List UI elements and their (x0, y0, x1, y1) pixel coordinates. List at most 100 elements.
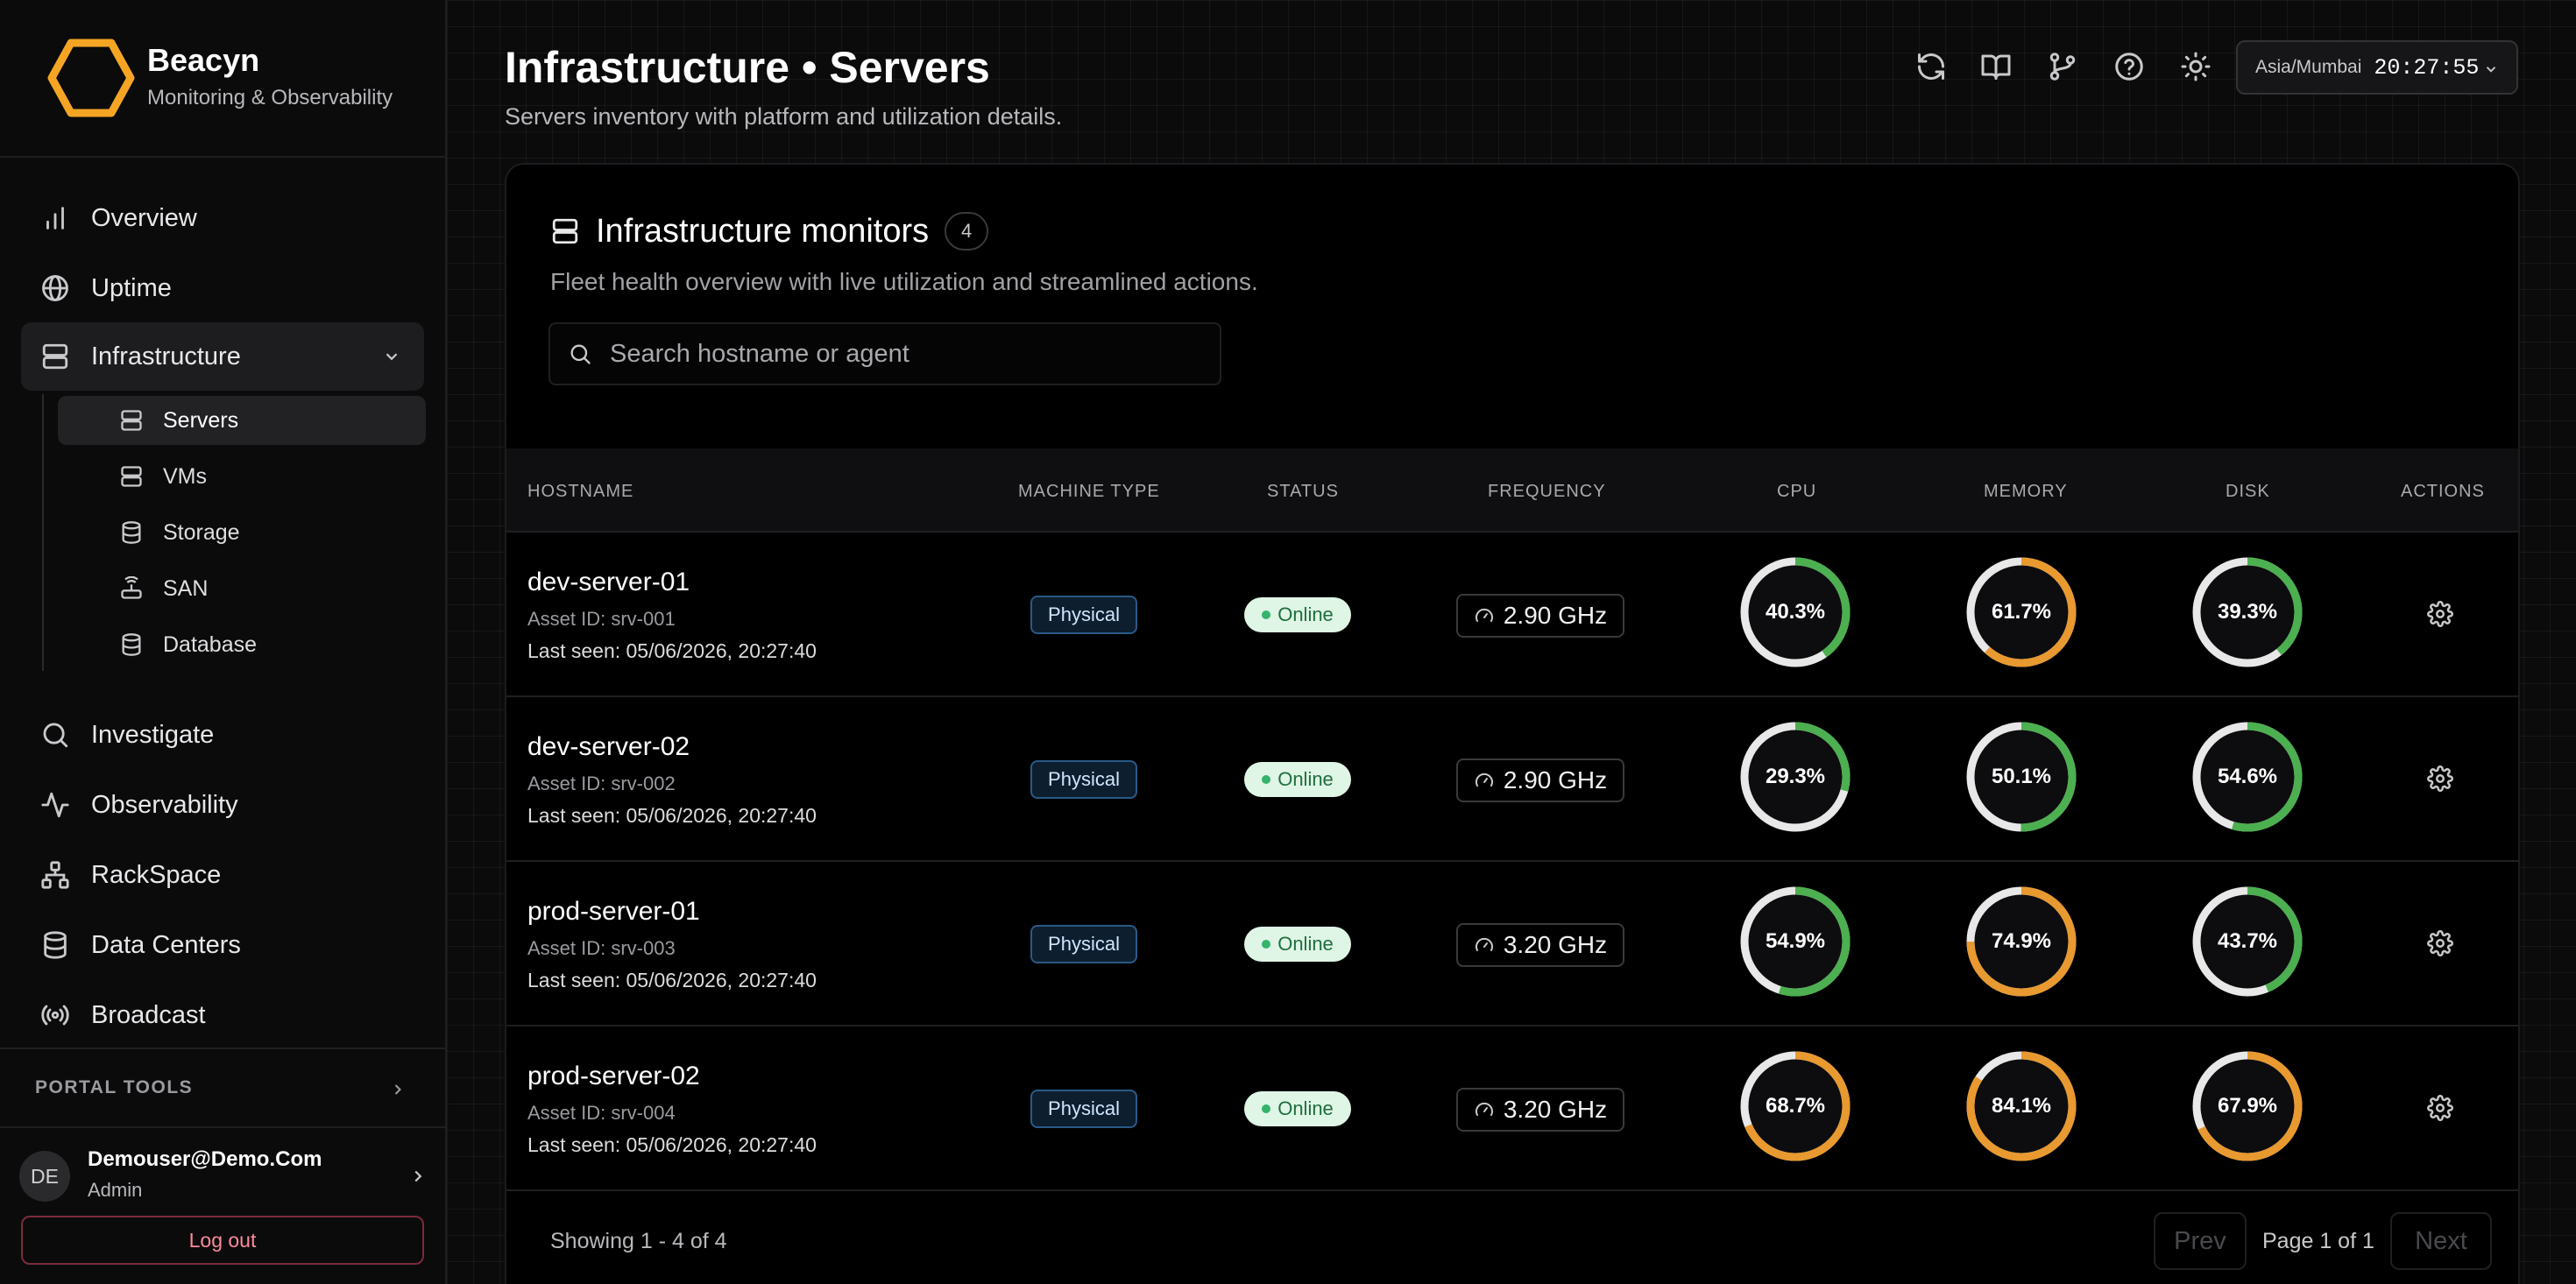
asset-id: Asset ID: srv-003 (527, 937, 676, 959)
sidebar-subitem-san[interactable]: SAN (58, 564, 426, 613)
sun-icon[interactable] (2180, 51, 2212, 82)
sidebar-subitem-vms[interactable]: VMs (58, 452, 426, 501)
table-row[interactable]: dev-server-01 Asset ID: srv-001 Last seen:… (506, 533, 2518, 697)
gear-icon[interactable] (2427, 601, 2453, 627)
gauge-value: 68.7% (1765, 1094, 1826, 1118)
gauge-icon (1475, 1102, 1493, 1116)
hostname[interactable]: prod-server-01 (527, 897, 700, 927)
help-icon[interactable] (2113, 51, 2145, 82)
status-dot (1262, 940, 1271, 949)
user-menu[interactable]: DE Demouser@Demo.Com Admin (19, 1147, 431, 1209)
prev-page-button[interactable]: Prev (2154, 1212, 2247, 1270)
sidebar-item-data-centers[interactable]: Data Centers (21, 911, 424, 979)
mem-gauge: 84.1% (1963, 1048, 2080, 1165)
last-seen: Last seen: 05/06/2026, 20:27:40 (527, 804, 817, 827)
git-branch-icon[interactable] (2047, 51, 2078, 82)
server-icon (121, 466, 142, 487)
gear-icon[interactable] (2427, 765, 2453, 792)
table-row[interactable]: prod-server-02 Asset ID: srv-004 Last seen… (506, 1026, 2518, 1191)
search-icon (570, 344, 591, 364)
database-icon (122, 633, 141, 656)
sidebar-subitem-database[interactable]: Database (58, 620, 426, 669)
subnav-tree-line (42, 394, 44, 671)
network-icon (41, 861, 69, 889)
machine-type-badge: Physical (1030, 1090, 1137, 1128)
column-header-status: STATUS (1267, 482, 1339, 501)
sidebar-item-label: Investigate (91, 720, 215, 749)
frequency-pill: 2.90 GHz (1456, 594, 1624, 638)
avatar: DE (19, 1151, 70, 1202)
sidebar-item-overview[interactable]: Overview (21, 184, 424, 252)
frequency-value: 3.20 GHz (1503, 931, 1608, 958)
database-icon (44, 931, 67, 959)
chevron-right-icon (394, 1084, 401, 1095)
sidebar-item-broadcast[interactable]: Broadcast (21, 981, 424, 1049)
gear-icon[interactable] (2427, 930, 2453, 956)
refresh-icon[interactable] (1915, 51, 1947, 82)
hostname[interactable]: dev-server-01 (527, 568, 690, 597)
frequency-pill: 2.90 GHz (1456, 758, 1624, 802)
sidebar-item-label: Infrastructure (91, 342, 241, 370)
hostname[interactable]: dev-server-02 (527, 732, 690, 762)
gear-icon[interactable] (2427, 1095, 2453, 1121)
sidebar-subitem-servers[interactable]: Servers (58, 396, 426, 445)
status-dot (1262, 610, 1271, 619)
chevron-right-icon (414, 1170, 422, 1182)
last-seen: Last seen: 05/06/2026, 20:27:40 (527, 969, 817, 991)
sidebar-item-label: RackSpace (91, 860, 222, 889)
sidebar-item-label: Observability (91, 790, 238, 819)
status-badge: Online (1244, 1091, 1351, 1126)
column-header-cpu: CPU (1777, 482, 1817, 501)
column-header-memory: MEMORY (1984, 482, 2068, 501)
column-header-disk: DISK (2226, 482, 2270, 501)
logout-button[interactable]: Log out (21, 1216, 424, 1265)
frequency-value: 3.20 GHz (1503, 1096, 1608, 1123)
table-row[interactable]: dev-server-02 Asset ID: srv-002 Last seen:… (506, 697, 2518, 862)
user-role: Admin (88, 1179, 143, 1201)
sidebar-item-investigate[interactable]: Investigate (21, 701, 424, 769)
portal-tools-toggle[interactable]: PORTAL TOOLS (0, 1048, 445, 1128)
sidebar-item-label: Data Centers (91, 930, 241, 959)
next-page-button[interactable]: Next (2390, 1212, 2492, 1270)
column-header-hostname: HOSTNAME (527, 482, 634, 501)
brand-header: Beacyn Monitoring & Observability (0, 0, 445, 158)
gauge-value: 50.1% (1991, 765, 2052, 788)
hostname[interactable]: prod-server-02 (527, 1062, 700, 1091)
search-box[interactable] (548, 322, 1221, 385)
page-indicator: Page 1 of 1 (2262, 1229, 2374, 1253)
last-seen: Last seen: 05/06/2026, 20:27:40 (527, 1133, 817, 1156)
book-icon[interactable] (1980, 51, 2012, 82)
gauge-icon (1475, 937, 1493, 951)
clock-time: 20:27:55 (2374, 54, 2480, 81)
search-icon (43, 723, 68, 748)
search-input[interactable] (610, 339, 1206, 369)
sidebar-item-observability[interactable]: Observability (21, 771, 424, 839)
sidebar-subitem-label: Servers (163, 407, 239, 433)
brand-name: Beacyn (147, 42, 260, 78)
gauge-icon (1475, 773, 1493, 787)
sidebar-item-infrastructure[interactable]: Infrastructure (21, 322, 424, 391)
broadcast-icon (41, 1005, 69, 1026)
status-label: Online (1277, 933, 1334, 955)
gauge-value: 29.3% (1765, 765, 1826, 788)
sidebar-subitem-label: Database (163, 631, 258, 657)
sidebar-subitem-label: VMs (163, 463, 207, 489)
sidebar-item-label: Overview (91, 203, 197, 232)
database-icon (122, 521, 141, 544)
status-label: Online (1277, 768, 1334, 790)
mem-gauge: 61.7% (1963, 554, 2080, 671)
mem-gauge: 74.9% (1963, 883, 2080, 1000)
sidebar-item-rackspace[interactable]: RackSpace (21, 841, 424, 909)
globe-icon (42, 275, 68, 301)
status-badge: Online (1244, 762, 1351, 797)
status-label: Online (1277, 1097, 1334, 1119)
frequency-value: 2.90 GHz (1503, 766, 1608, 794)
table-row[interactable]: prod-server-01 Asset ID: srv-003 Last seen… (506, 862, 2518, 1026)
sidebar-subitem-storage[interactable]: Storage (58, 508, 426, 557)
disk-gauge: 39.3% (2189, 554, 2306, 671)
gauge-value: 84.1% (1991, 1094, 2052, 1118)
mem-gauge: 50.1% (1963, 718, 2080, 836)
sidebar-item-uptime[interactable]: Uptime (21, 254, 424, 322)
cpu-gauge: 40.3% (1737, 554, 1854, 671)
timezone-select[interactable]: Asia/Mumbai 20:27:55 (2236, 40, 2518, 95)
